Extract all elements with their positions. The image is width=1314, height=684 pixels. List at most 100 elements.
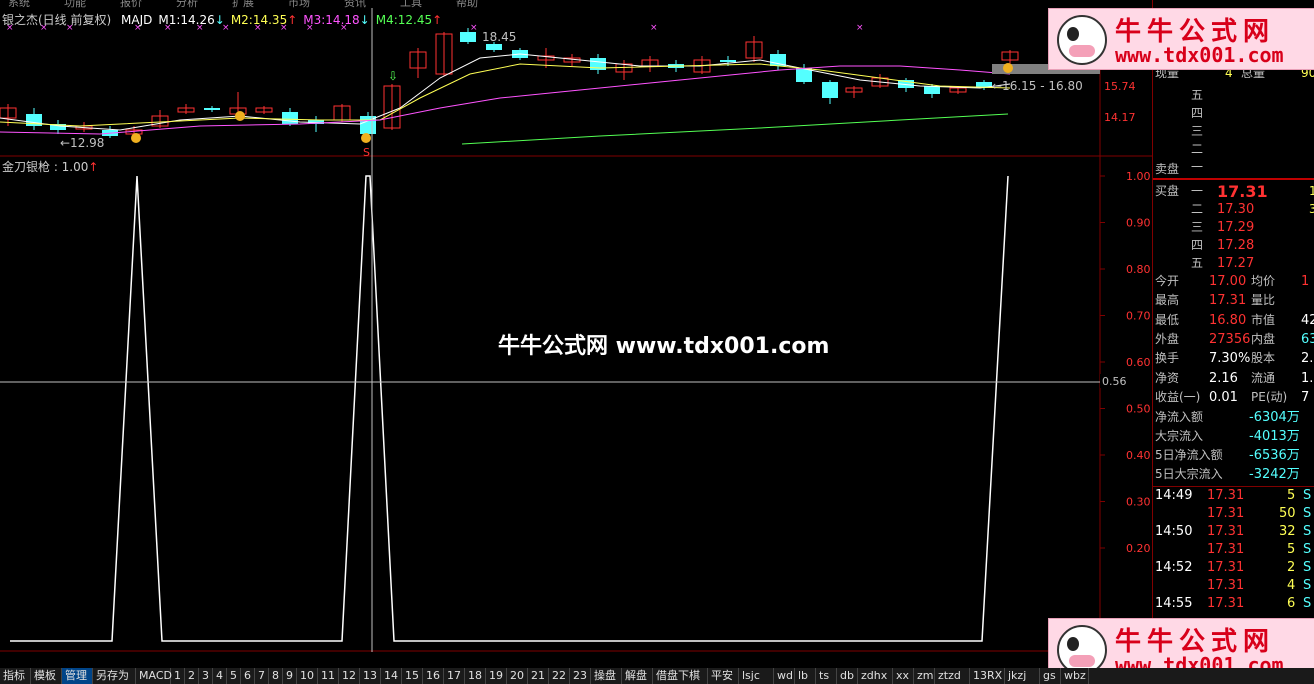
candle-body bbox=[924, 86, 940, 94]
candle-body bbox=[770, 54, 786, 66]
menu-item[interactable]: 系统 bbox=[8, 0, 30, 8]
tab-lsjc[interactable]: lsjc bbox=[739, 668, 774, 684]
tab-gs[interactable]: gs bbox=[1040, 668, 1061, 684]
tab-12[interactable]: 12 bbox=[339, 668, 360, 684]
quote-row: 四 17.28 bbox=[1153, 236, 1314, 255]
tab-管理[interactable]: 管理 bbox=[62, 668, 93, 684]
tab-zm[interactable]: zm bbox=[914, 668, 935, 684]
indicator-tab-bar: 指标 模板 管理 另存为 MACD 1 2 3 4 5 6 7 8 9 10 11 12 13 14 15 16 17 18… bbox=[0, 668, 1314, 684]
axis-label: 0.40 bbox=[1126, 449, 1151, 462]
tab-jkzj[interactable]: jkzj bbox=[1005, 668, 1040, 684]
tick-time: 14:50 bbox=[1155, 524, 1193, 539]
tick-side: S bbox=[1303, 596, 1312, 611]
tab-19[interactable]: 19 bbox=[486, 668, 507, 684]
candle-body bbox=[282, 112, 298, 124]
stat-label: PE(动) bbox=[1251, 389, 1288, 404]
tab-22[interactable]: 22 bbox=[549, 668, 570, 684]
buy-price: 17.29 bbox=[1217, 220, 1255, 235]
candle-body bbox=[822, 82, 838, 98]
tab-模板[interactable]: 模板 bbox=[31, 668, 62, 684]
menu-item[interactable]: 功能 bbox=[64, 0, 86, 8]
stat-value: 2.16 bbox=[1209, 370, 1238, 386]
tick-side: S bbox=[1303, 524, 1312, 539]
range-annotation: ←16.15 - 16.80 bbox=[992, 79, 1083, 93]
menu-item[interactable]: 市场 bbox=[288, 0, 310, 8]
tab-解盘[interactable]: 解盘 bbox=[622, 668, 653, 684]
tab-17[interactable]: 17 bbox=[444, 668, 465, 684]
tab-xx[interactable]: xx bbox=[893, 668, 914, 684]
tab-2[interactable]: 2 bbox=[185, 668, 199, 684]
tab-4[interactable]: 4 bbox=[213, 668, 227, 684]
tick-price: 17.31 bbox=[1207, 596, 1245, 611]
gold-marker-icon bbox=[1003, 63, 1013, 73]
tab-借盘下棋[interactable]: 借盘下棋 bbox=[653, 668, 708, 684]
tick-time: 14:49 bbox=[1155, 488, 1193, 503]
bid-ask-divider bbox=[1153, 178, 1314, 180]
down-arrow-icon: ⇩ bbox=[388, 69, 398, 83]
quote-row: 三 bbox=[1153, 122, 1314, 141]
axis-label: 0.70 bbox=[1126, 310, 1151, 323]
buy-level: 三 bbox=[1191, 220, 1204, 234]
tab-13RX[interactable]: 13RX bbox=[970, 668, 1005, 684]
flow-label: 净流入额 bbox=[1155, 410, 1204, 424]
tab-另存为[interactable]: 另存为 bbox=[93, 668, 136, 684]
quote-row: 14:52 17.31 2 S bbox=[1153, 558, 1314, 577]
tick-price: 17.31 bbox=[1207, 542, 1245, 557]
tab-wbz[interactable]: wbz bbox=[1061, 668, 1089, 684]
tab-18[interactable]: 18 bbox=[465, 668, 486, 684]
menu-item[interactable]: 帮助 bbox=[456, 0, 478, 8]
tab-1[interactable]: 1 bbox=[171, 668, 185, 684]
ma-legend: MAJD M1:14.26↓ M2:14.35↑ M3:14.18↓ M4:12.45↑ bbox=[115, 13, 442, 27]
tab-ts[interactable]: ts bbox=[816, 668, 837, 684]
tab-16[interactable]: 16 bbox=[423, 668, 444, 684]
tab-db[interactable]: db bbox=[837, 668, 858, 684]
ma-line-m4 bbox=[461, 113, 1009, 145]
quote-row: 五 17.27 bbox=[1153, 254, 1314, 273]
menu-item[interactable]: 工具 bbox=[400, 0, 422, 8]
stat-label: 收益(一) bbox=[1155, 389, 1201, 404]
tab-5[interactable]: 5 bbox=[227, 668, 241, 684]
tab-zdhx[interactable]: zdhx bbox=[858, 668, 893, 684]
gold-marker-icon bbox=[361, 133, 371, 143]
menu-item[interactable]: 分析 bbox=[176, 0, 198, 8]
tab-3[interactable]: 3 bbox=[199, 668, 213, 684]
menu-item[interactable]: 扩展 bbox=[232, 0, 254, 8]
tab-指标[interactable]: 指标 bbox=[0, 668, 31, 684]
flow-label: 5日大宗流入 bbox=[1155, 467, 1223, 481]
stat-label: 内盘 bbox=[1251, 331, 1276, 346]
tab-MACD[interactable]: MACD bbox=[136, 668, 172, 684]
logo-url: www.tdx001.com bbox=[1115, 43, 1284, 67]
tab-ztzd[interactable]: ztzd bbox=[935, 668, 970, 684]
tab-11[interactable]: 11 bbox=[318, 668, 339, 684]
tab-8[interactable]: 8 bbox=[269, 668, 283, 684]
tab-10[interactable]: 10 bbox=[297, 668, 318, 684]
tab-9[interactable]: 9 bbox=[283, 668, 297, 684]
tab-7[interactable]: 7 bbox=[255, 668, 269, 684]
tab-14[interactable]: 14 bbox=[381, 668, 402, 684]
signal-mark: S bbox=[363, 146, 370, 159]
tick-volume: 5 bbox=[1287, 542, 1296, 557]
ma-legend-item: M3:14.18 bbox=[303, 13, 360, 27]
tab-lb[interactable]: lb bbox=[795, 668, 816, 684]
axis-label: 0.90 bbox=[1126, 217, 1151, 230]
tick-price: 17.31 bbox=[1207, 488, 1245, 503]
tab-6[interactable]: 6 bbox=[241, 668, 255, 684]
tab-操盘[interactable]: 操盘 bbox=[591, 668, 622, 684]
tab-21[interactable]: 21 bbox=[528, 668, 549, 684]
high-annotation: 18.45 bbox=[482, 30, 516, 44]
sell-label: 卖盘 bbox=[1155, 162, 1180, 176]
trend-arrow-icon: ↓ bbox=[359, 13, 370, 27]
menu-item[interactable]: 报价 bbox=[120, 0, 142, 8]
tab-13[interactable]: 13 bbox=[360, 668, 381, 684]
tab-wd[interactable]: wd bbox=[774, 668, 795, 684]
quote-panel: 现量 4 总量 90 五四三二一卖盘 买盘一 17.31 1 二 17.30 3 三 17.29 四 17.… bbox=[1152, 0, 1314, 668]
tab-15[interactable]: 15 bbox=[402, 668, 423, 684]
quote-row: 17.31 4 S bbox=[1153, 576, 1314, 595]
menu-item[interactable]: 资讯 bbox=[344, 0, 366, 8]
tab-23[interactable]: 23 bbox=[570, 668, 591, 684]
tab-20[interactable]: 20 bbox=[507, 668, 528, 684]
tab-平安[interactable]: 平安 bbox=[708, 668, 739, 684]
stat-label: 今开 bbox=[1155, 274, 1180, 288]
axis-label: 0.50 bbox=[1126, 403, 1151, 416]
tick-price: 17.31 bbox=[1207, 560, 1245, 575]
